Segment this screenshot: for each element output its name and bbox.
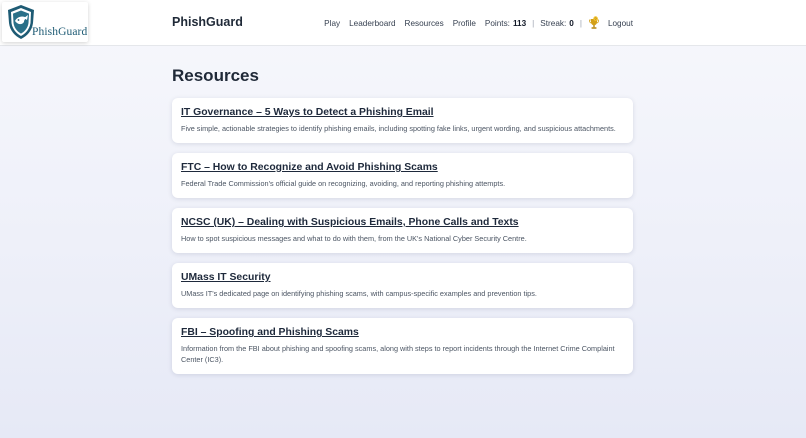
points-value: 113	[512, 18, 527, 28]
nav-separator-2: |	[579, 18, 582, 28]
resource-description: How to spot suspicious messages and what…	[181, 234, 527, 243]
main-nav: Play Leaderboard Resources Profile Point…	[324, 0, 633, 46]
resource-description: Federal Trade Commission's official guid…	[181, 179, 506, 188]
nav-resources[interactable]: Resources	[405, 19, 444, 28]
logo[interactable]: PhishGuard	[2, 2, 88, 42]
trophy-badge: 0	[595, 17, 597, 21]
streak-stat: Streak: 0	[540, 19, 574, 28]
resource-list: IT Governance – 5 Ways to Detect a Phish…	[172, 98, 633, 384]
nav-separator: |	[532, 18, 535, 28]
nav-profile[interactable]: Profile	[453, 19, 476, 28]
resource-card: FBI – Spoofing and Phishing Scams Inform…	[172, 318, 633, 374]
logout-link[interactable]: Logout	[608, 19, 633, 28]
points-label: Points:	[484, 18, 510, 28]
resource-link[interactable]: IT Governance – 5 Ways to Detect a Phish…	[181, 107, 623, 118]
page-title: Resources	[172, 66, 259, 85]
nav-leaderboard[interactable]: Leaderboard	[349, 19, 395, 28]
resource-description: Five simple, actionable strategies to id…	[181, 124, 616, 133]
streak-label: Streak:	[540, 18, 567, 28]
streak-value: 0	[569, 18, 574, 28]
resource-card: UMass IT Security UMass IT's dedicated p…	[172, 263, 633, 308]
resource-link[interactable]: FBI – Spoofing and Phishing Scams	[181, 327, 623, 338]
resource-link[interactable]: FTC – How to Recognize and Avoid Phishin…	[181, 162, 623, 173]
resource-card: NCSC (UK) – Dealing with Suspicious Emai…	[172, 208, 633, 253]
resource-description: UMass IT's dedicated page on identifying…	[181, 289, 537, 298]
resource-card: IT Governance – 5 Ways to Detect a Phish…	[172, 98, 633, 143]
trophy-icon[interactable]: 0	[588, 16, 600, 30]
resource-description: Information from the FBI about phishing …	[181, 344, 615, 364]
top-navbar: PhishGuard PhishGuard Play Leaderboard R…	[0, 0, 806, 46]
points-stat: Points: 113	[485, 19, 526, 28]
logo-text: PhishGuard	[32, 26, 88, 38]
resource-card: FTC – How to Recognize and Avoid Phishin…	[172, 153, 633, 198]
resource-link[interactable]: NCSC (UK) – Dealing with Suspicious Emai…	[181, 217, 623, 228]
resource-link[interactable]: UMass IT Security	[181, 272, 623, 283]
brand-title[interactable]: PhishGuard	[172, 15, 243, 29]
nav-play[interactable]: Play	[324, 19, 340, 28]
